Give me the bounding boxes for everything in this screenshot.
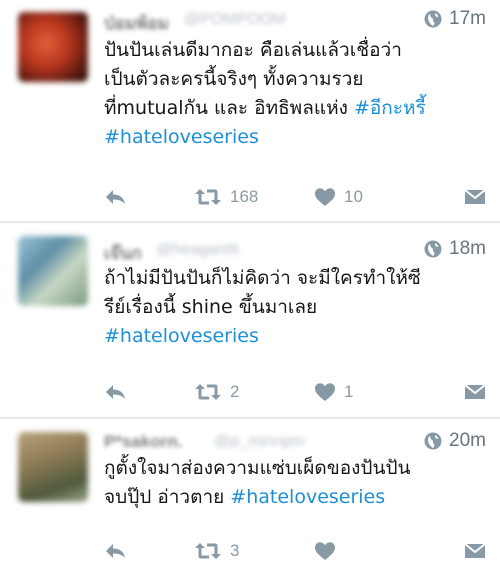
tweet-meta: 20m [423, 430, 486, 452]
author-handle[interactable]: @p_minnpm [214, 433, 305, 451]
reply-button[interactable] [104, 541, 194, 561]
tweet-text: กูตั้งใจมาส่องความแซ่บเผ็ดของปันปัน จบปุ… [104, 454, 488, 512]
tweet-text-line: เป็นตัวละครนี้จริงๆ ทั้งความรวย [104, 65, 488, 94]
text-segment: ถ้าไม่มีปันปันก็ไม่คิดว่า จะมีใครทำให้ซี [104, 267, 421, 289]
tweet-text-line: #hateloveseries [104, 322, 488, 351]
retweet-button[interactable]: 168 [194, 187, 314, 207]
tweet-actions: 2 1 [104, 379, 486, 405]
retweet-count: 168 [230, 187, 259, 206]
tweet-header: ป่อมพ้อม @POMPOOM 17m [104, 8, 486, 34]
timestamp[interactable]: 18m [449, 238, 486, 260]
reply-arrow-icon [106, 385, 125, 399]
direct-message-button[interactable] [464, 188, 486, 206]
reply-button[interactable] [104, 382, 194, 402]
tweet-actions: 3 [104, 538, 486, 564]
text-segment: ที่mutualกัน และ อิทธิพลแห่ง [104, 97, 354, 119]
heart-icon [315, 188, 335, 206]
hashtag-link[interactable]: #hateloveseries [104, 126, 259, 148]
avatar[interactable] [18, 12, 88, 82]
tweet[interactable]: เจ๊นก @heaganttt 18m ถ้าไม่มีปันปันก็ไม่… [0, 222, 500, 418]
tweet-text-line: ปันปันเล่นดีมากอะ คือเล่นแล้วเชื่อว่า [104, 36, 488, 65]
author-name[interactable]: เจ๊นก [104, 240, 142, 267]
direct-message-button[interactable] [464, 383, 486, 401]
envelope-icon [464, 384, 486, 399]
reply-arrow-icon [106, 544, 125, 558]
like-button[interactable]: 10 [314, 187, 432, 207]
reply-button[interactable] [104, 187, 194, 207]
hashtag-link[interactable]: #hateloveseries [230, 486, 385, 508]
tweet[interactable]: ป่อมพ้อม @POMPOOM 17m ปันปันเล่นดีมากอะ … [0, 0, 500, 222]
tweet-text: ถ้าไม่มีปันปันก็ไม่คิดว่า จะมีใครทำให้ซี… [104, 264, 488, 351]
globe-icon [423, 9, 443, 29]
tweet[interactable]: P*sakorn. @p_minnpm 20m กูตั้งใจมาส่องคว… [0, 418, 500, 572]
text-segment: เป็นตัวละครนี้จริงๆ ทั้งความรวย [104, 68, 364, 90]
tweet-text-line: ถ้าไม่มีปันปันก็ไม่คิดว่า จะมีใครทำให้ซี [104, 264, 488, 293]
envelope-icon [464, 189, 486, 204]
author-name[interactable]: ป่อมพ้อม [104, 10, 169, 37]
text-segment: รีย์เรื่องนี้ shine ขึ้นมาเลย [104, 296, 318, 318]
hashtag-link[interactable]: #อีกะหรี้ [354, 97, 426, 119]
tweet-text-line: ที่mutualกัน และ อิทธิพลแห่ง #อีกะหรี้ [104, 94, 488, 123]
text-segment: กูตั้งใจมาส่องความแซ่บเผ็ดของปันปัน [104, 457, 411, 479]
hashtag-link[interactable]: #hateloveseries [104, 325, 259, 347]
avatar[interactable] [18, 236, 88, 306]
retweet-button[interactable]: 2 [194, 382, 314, 402]
tweet-meta: 17m [423, 8, 486, 30]
timestamp[interactable]: 20m [449, 430, 486, 452]
tweet-text: ปันปันเล่นดีมากอะ คือเล่นแล้วเชื่อว่า เป… [104, 36, 488, 152]
like-button[interactable]: 1 [314, 382, 432, 402]
retweet-icon [195, 384, 221, 400]
author-name[interactable]: P*sakorn. [104, 432, 182, 452]
tweet-actions: 168 10 [104, 184, 486, 210]
avatar[interactable] [18, 432, 88, 502]
tweet-header: เจ๊นก @heaganttt 18m [104, 238, 486, 264]
like-button[interactable] [314, 541, 432, 561]
author-handle[interactable]: @POMPOOM [184, 11, 286, 29]
text-segment: จบปุ๊ป อ่าวตาย [104, 486, 231, 508]
direct-message-button[interactable] [464, 542, 486, 560]
heart-icon [315, 383, 335, 401]
tweet-text-line: รีย์เรื่องนี้ shine ขึ้นมาเลย [104, 293, 488, 322]
envelope-icon [464, 543, 486, 558]
retweet-count: 2 [230, 382, 240, 401]
globe-icon [423, 431, 443, 451]
tweet-header: P*sakorn. @p_minnpm 20m [104, 430, 486, 456]
tweet-text-line: กูตั้งใจมาส่องความแซ่บเผ็ดของปันปัน [104, 454, 488, 483]
tweet-meta: 18m [423, 238, 486, 260]
tweet-text-line: จบปุ๊ป อ่าวตาย #hateloveseries [104, 483, 488, 512]
retweet-button[interactable]: 3 [194, 541, 314, 561]
globe-icon [423, 239, 443, 259]
timeline-feed: ป่อมพ้อม @POMPOOM 17m ปันปันเล่นดีมากอะ … [0, 0, 500, 572]
author-handle[interactable]: @heaganttt [156, 241, 239, 259]
retweet-icon [195, 543, 221, 559]
like-count: 10 [344, 187, 363, 206]
text-segment: ปันปันเล่นดีมากอะ คือเล่นแล้วเชื่อว่า [104, 39, 402, 61]
tweet-text-line: #hateloveseries [104, 123, 488, 152]
retweet-count: 3 [230, 541, 240, 560]
heart-icon [315, 542, 335, 560]
like-count: 1 [344, 382, 354, 401]
timestamp[interactable]: 17m [449, 8, 486, 30]
retweet-icon [195, 189, 221, 205]
reply-arrow-icon [106, 190, 125, 204]
